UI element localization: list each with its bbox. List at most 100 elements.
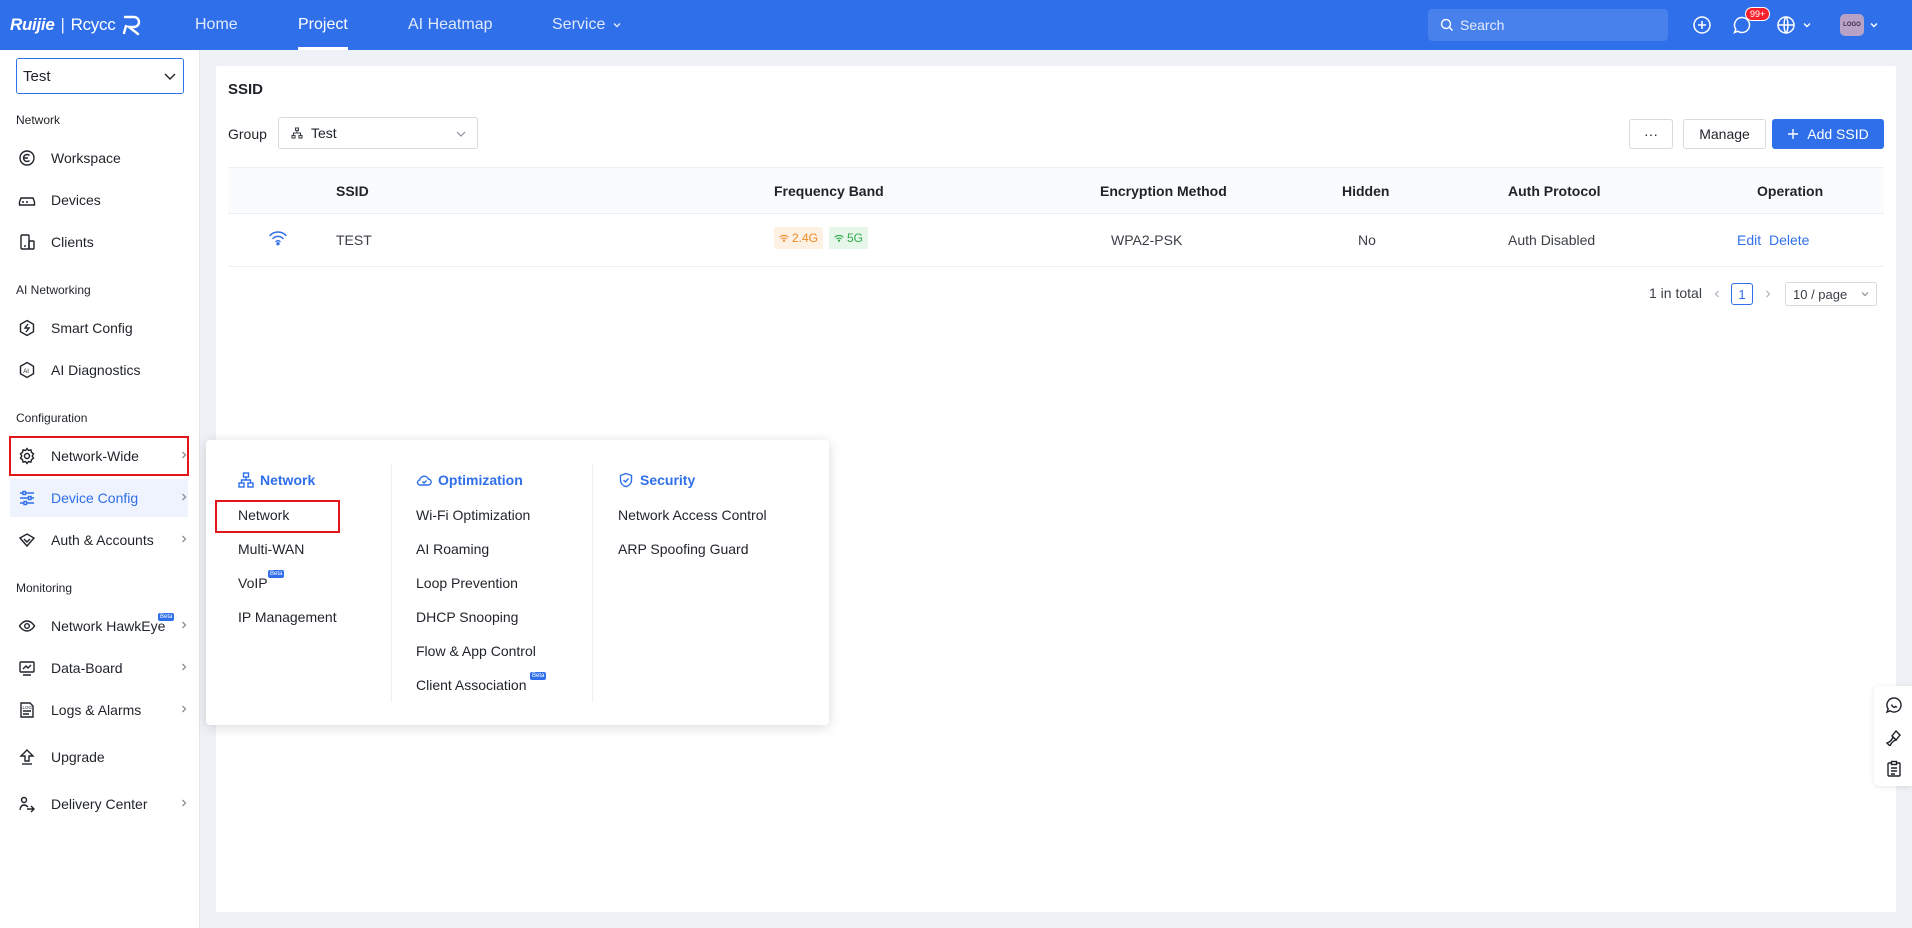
- menu-item-arp-spoofing-guard[interactable]: ARP Spoofing Guard: [618, 541, 749, 557]
- delivery-icon: [16, 793, 38, 815]
- topology-icon: [238, 472, 254, 488]
- sidebar-item-data-board[interactable]: Data-Board: [10, 649, 188, 687]
- chevron-right-icon: [182, 535, 187, 543]
- menu-item-ip-management[interactable]: IP Management: [238, 609, 337, 625]
- col-auth-protocol: Auth Protocol: [1508, 183, 1601, 199]
- menu-item-loop-prevention[interactable]: Loop Prevention: [416, 575, 518, 591]
- chevron-down-icon: [164, 73, 176, 80]
- sidebar-item-device-config[interactable]: Device Config: [10, 479, 188, 517]
- ssid-name: TEST: [336, 232, 372, 248]
- chevron-right-icon: [182, 621, 187, 629]
- col-operation: Operation: [1757, 183, 1824, 199]
- hidden-value: No: [1358, 232, 1376, 248]
- chevron-down-icon[interactable]: [1869, 20, 1879, 30]
- sidebar-item-workspace[interactable]: Workspace: [10, 139, 188, 177]
- next-page-icon[interactable]: [1757, 283, 1779, 305]
- nav-home[interactable]: Home: [195, 0, 238, 50]
- sidebar-item-clients[interactable]: Clients: [10, 223, 188, 261]
- menu-item-multi-wan[interactable]: Multi-WAN: [238, 541, 304, 557]
- nav-project[interactable]: Project: [298, 0, 348, 50]
- page-size-select[interactable]: 10 / page: [1785, 282, 1877, 306]
- group-select[interactable]: Test: [278, 117, 478, 149]
- menu-item-dhcp-snooping[interactable]: DHCP Snooping: [416, 609, 518, 625]
- logo-product: Rcycc: [70, 15, 116, 34]
- sidebar-item-logs-alarms[interactable]: LOG Logs & Alarms: [10, 691, 188, 729]
- band-2-4g-tag: 2.4G: [774, 227, 824, 249]
- sidebar-item-label: Clients: [51, 234, 94, 250]
- eye-icon: [16, 615, 38, 637]
- sidebar-item-devices[interactable]: Devices: [10, 181, 188, 219]
- sidebar-item-delivery-center[interactable]: Delivery Center: [10, 785, 188, 823]
- sidebar-item-label: Smart Config: [51, 320, 133, 336]
- logo-separator: |: [60, 15, 65, 34]
- menu-item-client-association[interactable]: Client Association: [416, 677, 527, 693]
- sidebar-item-upgrade[interactable]: Upgrade: [10, 738, 188, 776]
- ai-diagnostics-icon: AI: [16, 359, 38, 381]
- menu-group-security: Security: [618, 472, 695, 488]
- more-button[interactable]: ···: [1629, 119, 1673, 149]
- page-number[interactable]: 1: [1731, 283, 1753, 305]
- project-select[interactable]: Test: [16, 58, 184, 94]
- manage-button[interactable]: Manage: [1683, 119, 1766, 149]
- chevron-right-icon: [182, 663, 187, 671]
- feedback-icon[interactable]: [1885, 728, 1903, 746]
- menu-item-network-access-control[interactable]: Network Access Control: [618, 507, 767, 523]
- gear-icon: [16, 445, 38, 467]
- global-search[interactable]: [1428, 9, 1668, 41]
- search-input[interactable]: [1460, 17, 1650, 33]
- menu-group-security-title: Security: [640, 472, 696, 488]
- menu-divider: [592, 464, 593, 702]
- sidebar-item-network-wide[interactable]: Network-Wide: [9, 436, 189, 476]
- wifi-icon: [269, 231, 287, 246]
- menu-item-flow-app-control[interactable]: Flow & App Control: [416, 643, 536, 659]
- menu-group-network: Network: [238, 472, 315, 488]
- clipboard-icon[interactable]: [1885, 760, 1903, 778]
- chat-support-icon[interactable]: [1885, 696, 1903, 714]
- wifi-icon: [779, 234, 789, 242]
- search-icon: [1440, 18, 1453, 31]
- menu-item-wifi-optimization[interactable]: Wi-Fi Optimization: [416, 507, 530, 523]
- add-ssid-button[interactable]: Add SSID: [1772, 119, 1884, 149]
- shield-icon: [619, 472, 633, 488]
- menu-item-network[interactable]: Network: [238, 507, 289, 523]
- upgrade-icon: [16, 746, 38, 768]
- section-ai-networking: AI Networking: [16, 283, 91, 297]
- chevron-right-icon: [182, 705, 187, 713]
- nav-ai-heatmap[interactable]: AI Heatmap: [408, 0, 492, 50]
- delete-link[interactable]: Delete: [1769, 232, 1809, 248]
- auth-icon: [16, 529, 38, 551]
- cloud-icon: [416, 475, 432, 486]
- chevron-down-icon: [456, 131, 466, 137]
- nav-service-label: Service: [552, 16, 606, 33]
- smart-config-icon: [16, 317, 38, 339]
- sidebar-item-label: Logs & Alarms: [51, 702, 142, 718]
- logo-brand: Ruijie: [10, 15, 55, 34]
- globe-icon[interactable]: [1774, 13, 1798, 37]
- col-hidden: Hidden: [1342, 183, 1390, 199]
- wifi-icon: [834, 234, 844, 242]
- edit-link[interactable]: Edit: [1737, 232, 1761, 248]
- table-row: TEST 2.4G 5G WPA2-PSK No Auth Disabled E…: [228, 214, 1884, 267]
- group-label: Group: [228, 126, 267, 142]
- menu-item-ai-roaming[interactable]: AI Roaming: [416, 541, 489, 557]
- chevron-down-icon: [1861, 292, 1869, 297]
- band-5g-tag: 5G: [829, 227, 869, 249]
- svg-text:LOG: LOG: [23, 705, 33, 710]
- prev-page-icon[interactable]: [1706, 283, 1728, 305]
- clients-icon: [16, 231, 38, 253]
- chevron-down-icon[interactable]: [1802, 20, 1812, 30]
- brand-logo[interactable]: Ruijie | Rcycc: [10, 12, 145, 38]
- avatar[interactable]: LOGO: [1840, 14, 1864, 36]
- menu-group-optimization: Optimization: [416, 472, 523, 488]
- add-circle-icon[interactable]: [1690, 13, 1714, 37]
- nav-service[interactable]: Service: [552, 0, 622, 50]
- col-frequency-band: Frequency Band: [774, 183, 884, 199]
- sidebar-item-smart-config[interactable]: Smart Config: [10, 309, 188, 347]
- chevron-right-icon: [182, 799, 187, 807]
- sidebar-item-network-hawkeye[interactable]: Network HawkEye Beta: [10, 607, 188, 645]
- sidebar-item-ai-diagnostics[interactable]: AI AI Diagnostics: [10, 351, 188, 389]
- col-encryption-method: Encryption Method: [1100, 183, 1227, 199]
- sidebar-item-auth-accounts[interactable]: Auth & Accounts: [10, 521, 188, 559]
- section-configuration: Configuration: [16, 411, 88, 425]
- menu-item-voip[interactable]: VoIP: [238, 575, 268, 591]
